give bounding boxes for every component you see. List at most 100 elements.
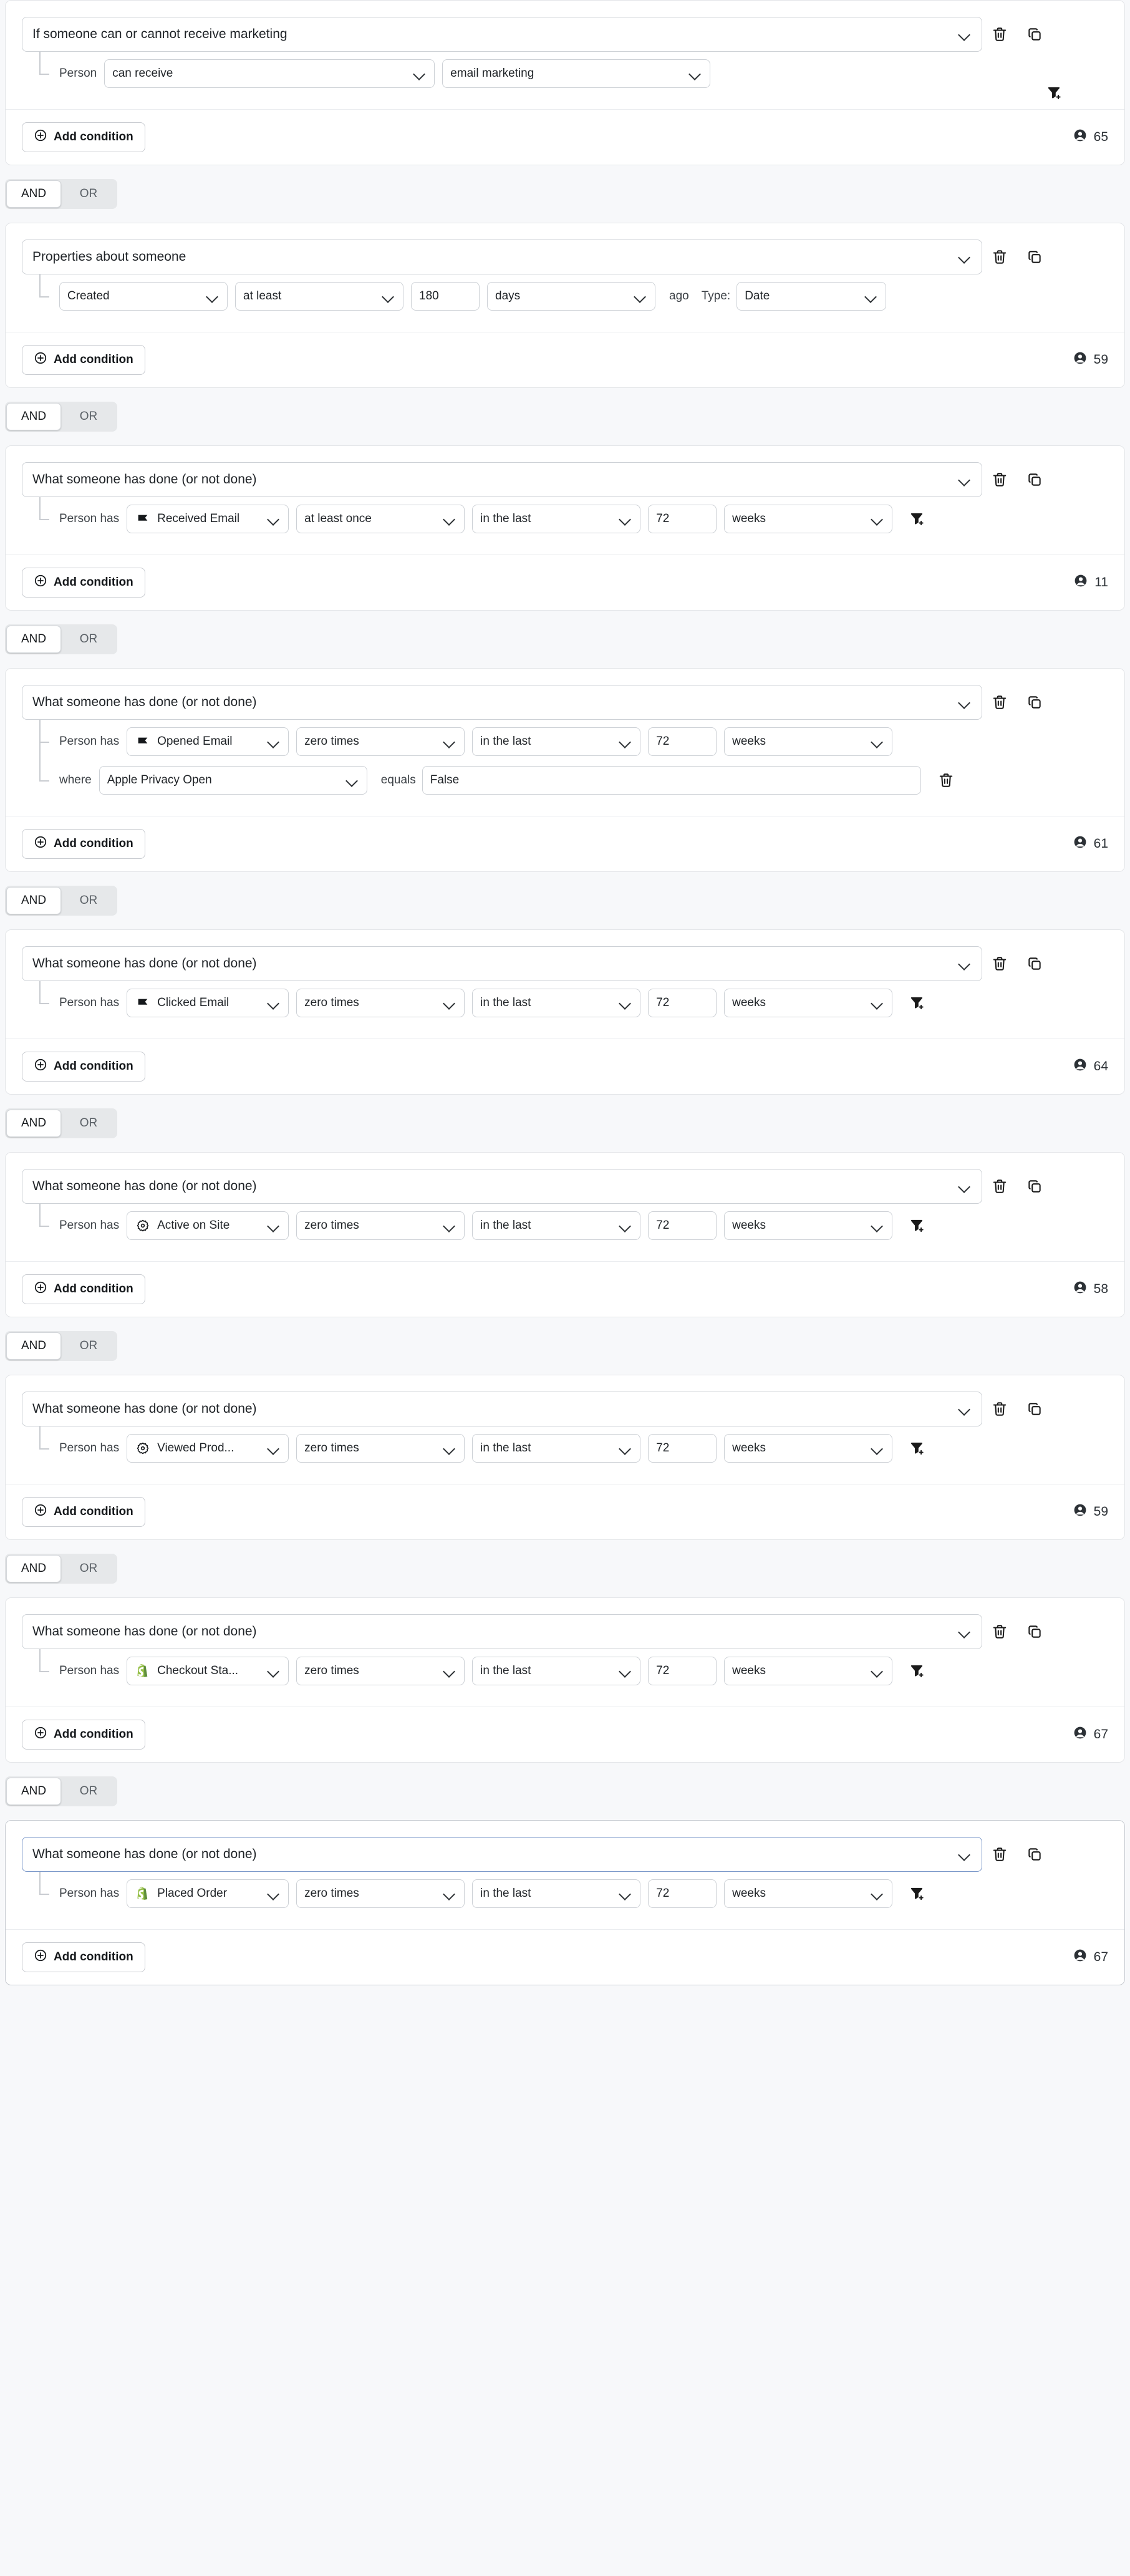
- filter-property-select[interactable]: Apple Privacy Open: [99, 766, 367, 795]
- and-option[interactable]: AND: [6, 403, 61, 430]
- frequency-select[interactable]: zero times: [296, 1434, 465, 1463]
- metric-select[interactable]: Checkout Sta...: [127, 1657, 289, 1685]
- timeframe-select[interactable]: in the last: [472, 1879, 641, 1908]
- condition-type-select[interactable]: What someone has done (or not done): [22, 1614, 982, 1649]
- add-condition-button[interactable]: Add condition: [22, 122, 145, 152]
- add-filter-icon-button[interactable]: [900, 1208, 935, 1243]
- and-option[interactable]: AND: [6, 1778, 61, 1805]
- metric-select[interactable]: Placed Order: [127, 1879, 289, 1908]
- add-condition-button[interactable]: Add condition: [22, 1720, 145, 1750]
- and-option[interactable]: AND: [6, 1110, 61, 1137]
- timeframe-select[interactable]: in the last: [472, 727, 641, 756]
- frequency-select[interactable]: zero times: [296, 1879, 465, 1908]
- and-option[interactable]: AND: [6, 626, 61, 653]
- add-filter-icon-button[interactable]: [900, 985, 935, 1020]
- timeframe-select[interactable]: in the last: [472, 1211, 641, 1240]
- duplicate-condition-button[interactable]: [1017, 685, 1052, 720]
- condition-type-select[interactable]: What someone has done (or not done): [22, 462, 982, 497]
- delete-condition-button[interactable]: [982, 1614, 1017, 1649]
- timeframe-unit-select[interactable]: weeks: [724, 1657, 893, 1685]
- condition-type-select[interactable]: What someone has done (or not done): [22, 685, 982, 720]
- metric-select[interactable]: Viewed Prod...: [127, 1434, 289, 1463]
- metric-select[interactable]: Received Email: [127, 505, 289, 533]
- or-option[interactable]: OR: [61, 403, 116, 430]
- or-option[interactable]: OR: [61, 1332, 116, 1360]
- add-filter-icon-button[interactable]: [900, 501, 935, 536]
- add-condition-button[interactable]: Add condition: [22, 1274, 145, 1304]
- add-condition-button[interactable]: Add condition: [22, 568, 145, 598]
- condition-type-select[interactable]: What someone has done (or not done): [22, 1837, 982, 1872]
- and-option[interactable]: AND: [6, 180, 61, 208]
- add-condition-button[interactable]: Add condition: [22, 829, 145, 859]
- and-option[interactable]: AND: [6, 1555, 61, 1582]
- duplicate-condition-button[interactable]: [1017, 240, 1052, 274]
- metric-select[interactable]: Active on Site: [127, 1211, 289, 1240]
- frequency-select[interactable]: zero times: [296, 989, 465, 1017]
- delete-condition-button[interactable]: [982, 685, 1017, 720]
- or-option[interactable]: OR: [61, 180, 116, 208]
- condition-type-select[interactable]: What someone has done (or not done): [22, 946, 982, 981]
- timeframe-unit-select[interactable]: weeks: [724, 1211, 893, 1240]
- add-condition-button[interactable]: Add condition: [22, 1052, 145, 1082]
- timeframe-select[interactable]: in the last: [472, 1657, 641, 1685]
- duplicate-condition-button[interactable]: [1017, 1169, 1052, 1204]
- or-option[interactable]: OR: [61, 1110, 116, 1137]
- or-option[interactable]: OR: [61, 1555, 116, 1582]
- timeframe-unit-select[interactable]: weeks: [724, 1434, 893, 1463]
- or-option[interactable]: OR: [61, 626, 116, 653]
- delete-condition-button[interactable]: [982, 946, 1017, 981]
- frequency-select[interactable]: zero times: [296, 1211, 465, 1240]
- or-option[interactable]: OR: [61, 887, 116, 914]
- timeframe-number-input[interactable]: 72: [648, 1211, 717, 1240]
- timeframe-number-input[interactable]: 72: [648, 727, 717, 756]
- property-attribute-select[interactable]: Created: [59, 282, 228, 311]
- timeframe-unit-select[interactable]: weeks: [724, 505, 893, 533]
- and-or-toggle[interactable]: AND OR: [5, 1776, 117, 1806]
- condition-type-select[interactable]: If someone can or cannot receive marketi…: [22, 17, 982, 52]
- duplicate-condition-button[interactable]: [1017, 17, 1052, 52]
- and-or-toggle[interactable]: AND OR: [5, 1331, 117, 1361]
- add-filter-icon-button[interactable]: [900, 1431, 935, 1466]
- frequency-select[interactable]: zero times: [296, 1657, 465, 1685]
- timeframe-unit-select[interactable]: weeks: [724, 727, 893, 756]
- condition-type-select[interactable]: What someone has done (or not done): [22, 1169, 982, 1204]
- delete-condition-button[interactable]: [982, 1169, 1017, 1204]
- timeframe-number-input[interactable]: 72: [648, 1434, 717, 1463]
- and-or-toggle[interactable]: AND OR: [5, 1554, 117, 1584]
- add-filter-icon-button[interactable]: [900, 1876, 935, 1911]
- or-option[interactable]: OR: [61, 1778, 116, 1805]
- add-condition-button[interactable]: Add condition: [22, 1497, 145, 1527]
- condition-type-select[interactable]: What someone has done (or not done): [22, 1392, 982, 1426]
- and-or-toggle[interactable]: AND OR: [5, 402, 117, 432]
- timeframe-number-input[interactable]: 72: [648, 505, 717, 533]
- property-number-input[interactable]: 180: [411, 282, 480, 311]
- and-option[interactable]: AND: [6, 887, 61, 914]
- delete-filter-icon-button[interactable]: [929, 763, 963, 798]
- duplicate-condition-button[interactable]: [1017, 462, 1052, 497]
- timeframe-select[interactable]: in the last: [472, 989, 641, 1017]
- and-or-toggle[interactable]: AND OR: [5, 179, 117, 209]
- metric-select[interactable]: Clicked Email: [127, 989, 289, 1017]
- duplicate-condition-button[interactable]: [1017, 1392, 1052, 1426]
- frequency-select[interactable]: zero times: [296, 727, 465, 756]
- add-filter-icon-button[interactable]: [900, 1654, 935, 1688]
- timeframe-unit-select[interactable]: weeks: [724, 1879, 893, 1908]
- add-filter-icon-button[interactable]: [1037, 75, 1072, 110]
- property-operator-select[interactable]: at least: [235, 282, 403, 311]
- and-or-toggle[interactable]: AND OR: [5, 886, 117, 916]
- timeframe-select[interactable]: in the last: [472, 505, 641, 533]
- duplicate-condition-button[interactable]: [1017, 1837, 1052, 1872]
- filter-value-input[interactable]: False: [422, 766, 921, 795]
- marketing-operator-select[interactable]: can receive: [104, 59, 435, 88]
- duplicate-condition-button[interactable]: [1017, 1614, 1052, 1649]
- delete-condition-button[interactable]: [982, 1392, 1017, 1426]
- marketing-channel-select[interactable]: email marketing: [442, 59, 711, 88]
- timeframe-number-input[interactable]: 72: [648, 1657, 717, 1685]
- property-unit-select[interactable]: days: [487, 282, 655, 311]
- delete-condition-button[interactable]: [982, 462, 1017, 497]
- timeframe-number-input[interactable]: 72: [648, 989, 717, 1017]
- delete-condition-button[interactable]: [982, 1837, 1017, 1872]
- condition-type-select[interactable]: Properties about someone: [22, 240, 982, 274]
- and-or-toggle[interactable]: AND OR: [5, 624, 117, 654]
- frequency-select[interactable]: at least once: [296, 505, 465, 533]
